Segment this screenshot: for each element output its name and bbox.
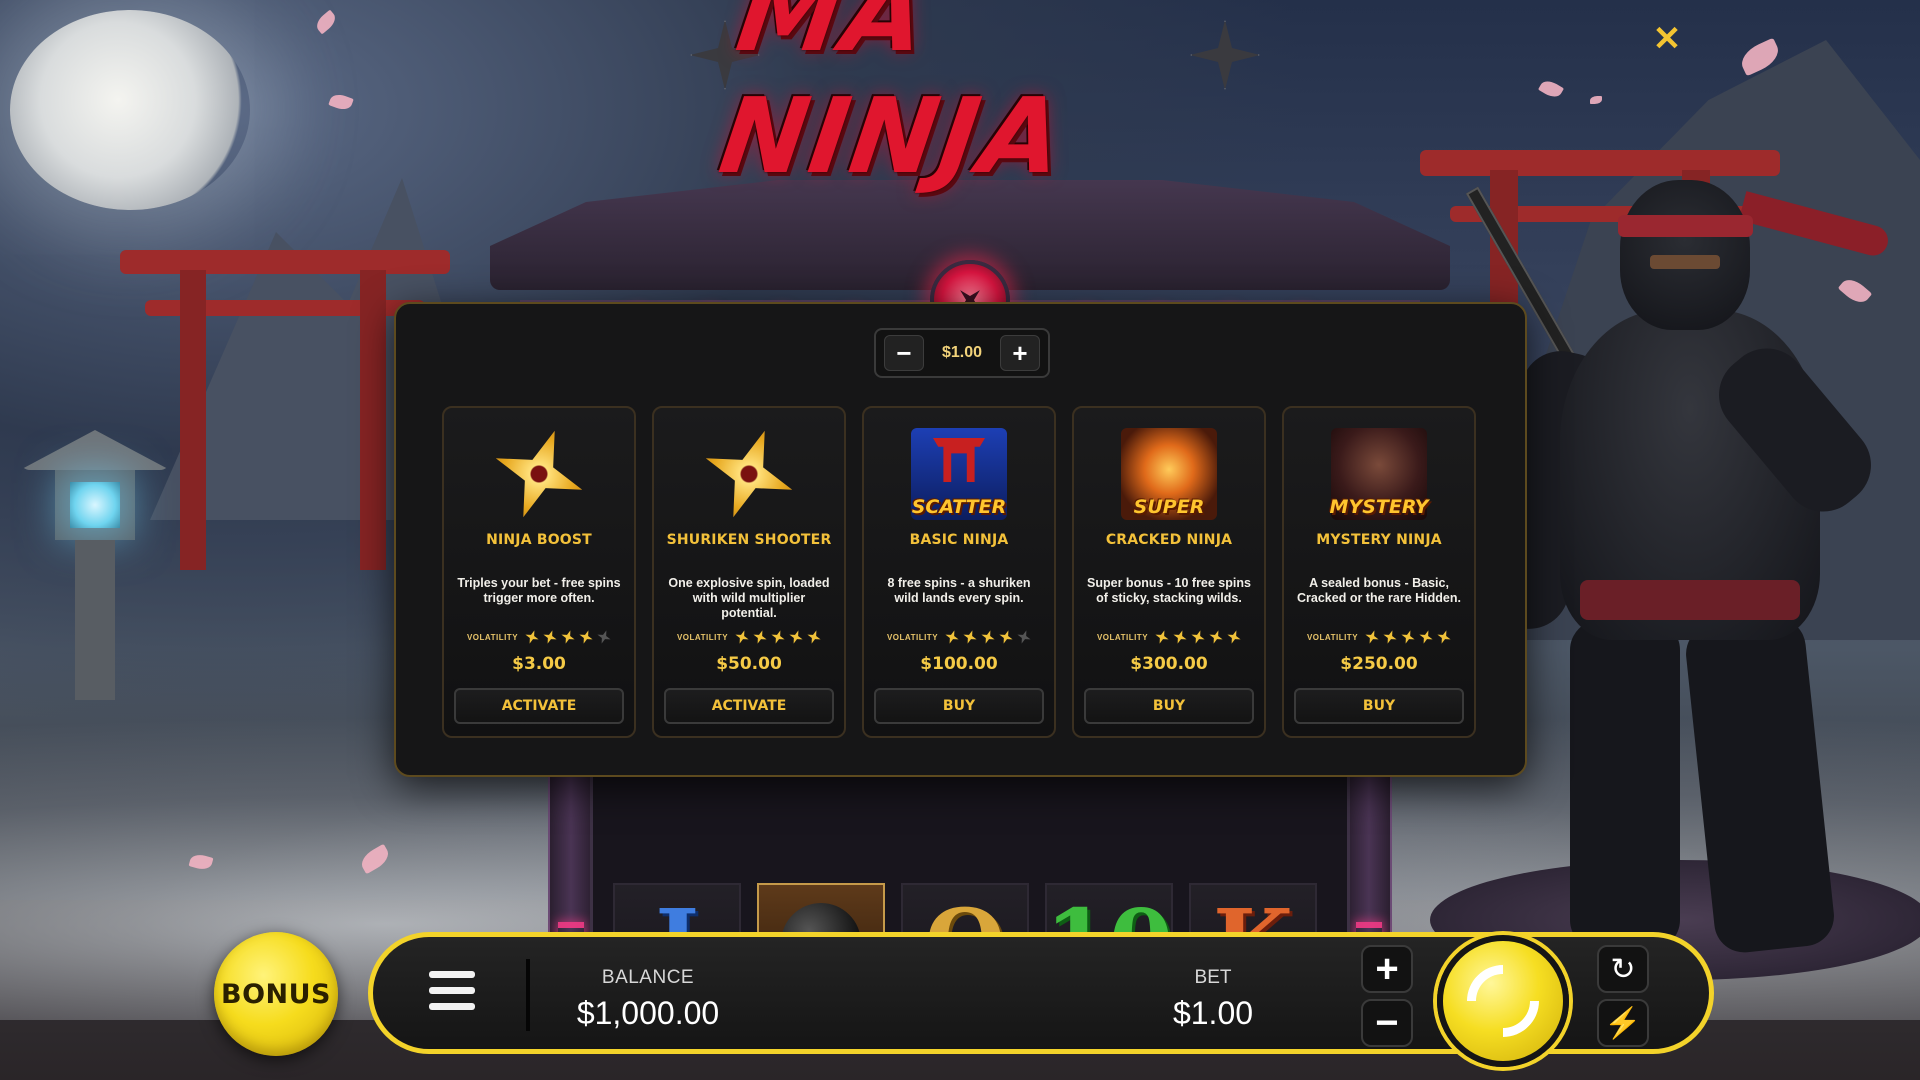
scatter-badge-icon: SCATTER xyxy=(911,428,1007,520)
volatility-rating: VOLATILITY xyxy=(1074,630,1264,644)
bonus-card-basic-ninja: SCATTER BASIC NINJA 8 free spins - a shu… xyxy=(862,406,1056,738)
buy-button[interactable]: BUY xyxy=(1294,688,1464,724)
volatility-star-empty-icon xyxy=(1015,628,1033,646)
volatility-star-filled-icon xyxy=(1171,628,1189,646)
volatility-star-filled-icon xyxy=(1207,628,1225,646)
badge-label: MYSTERY xyxy=(1329,496,1429,518)
volatility-rating: VOLATILITY xyxy=(864,630,1054,644)
volatility-star-filled-icon xyxy=(541,628,559,646)
menu-icon[interactable] xyxy=(429,971,475,1015)
bonus-card-price: $50.00 xyxy=(716,654,782,674)
bonus-card-cracked-ninja: SUPER CRACKED NINJA Super bonus - 10 fre… xyxy=(1072,406,1266,738)
turbo-icon[interactable]: ⚡ xyxy=(1597,999,1649,1047)
volatility-star-filled-icon xyxy=(1363,628,1381,646)
bet-label: BET xyxy=(1194,967,1232,988)
balance-value: $1,000.00 xyxy=(576,995,720,1031)
bonus-bet-stepper: − $1.00 + xyxy=(874,328,1050,378)
volatility-star-filled-icon xyxy=(1435,628,1453,646)
activate-button[interactable]: ACTIVATE xyxy=(454,688,624,724)
volatility-rating: VOLATILITY xyxy=(444,630,634,644)
volatility-star-filled-icon xyxy=(559,628,577,646)
volatility-star-filled-icon xyxy=(1417,628,1435,646)
bonus-card-price: $250.00 xyxy=(1340,654,1418,674)
cherry-petal xyxy=(313,9,339,35)
bet-decrease-button[interactable]: − xyxy=(1361,999,1413,1047)
bonus-card-description: 8 free spins - a shuriken wild lands eve… xyxy=(887,576,1031,605)
mystery-badge-icon: MYSTERY xyxy=(1329,428,1429,520)
bonus-card-price: $100.00 xyxy=(920,654,998,674)
cherry-petal xyxy=(1590,96,1602,104)
logo-text: MA NINJA xyxy=(712,0,1072,197)
volatility-star-filled-icon xyxy=(1399,628,1417,646)
activate-button[interactable]: ACTIVATE xyxy=(664,688,834,724)
volatility-star-filled-icon xyxy=(979,628,997,646)
buy-button[interactable]: BUY xyxy=(874,688,1044,724)
volatility-star-filled-icon xyxy=(1225,628,1243,646)
volatility-label: VOLATILITY xyxy=(1096,632,1149,642)
volatility-label: VOLATILITY xyxy=(886,632,939,642)
volatility-rating: VOLATILITY xyxy=(654,630,844,644)
volatility-star-filled-icon xyxy=(787,628,805,646)
cherry-petal xyxy=(1537,77,1565,101)
shuriken-gold-icon xyxy=(491,428,587,520)
volatility-label: VOLATILITY xyxy=(466,632,519,642)
buy-button[interactable]: BUY xyxy=(1084,688,1254,724)
bonus-card-title: MYSTERY NINJA xyxy=(1316,532,1442,548)
bonus-card-shuriken-shooter: SHURIKEN SHOOTER One explosive spin, loa… xyxy=(652,406,846,738)
bonus-bet-plus-button[interactable]: + xyxy=(999,335,1040,371)
super-badge-icon: SUPER xyxy=(1121,428,1217,520)
bonus-buy-panel: − $1.00 + NINJA BOOST Triples your bet -… xyxy=(394,302,1527,777)
volatility-star-filled-icon xyxy=(1189,628,1207,646)
bonus-card-title: SHURIKEN SHOOTER xyxy=(666,532,832,548)
volatility-star-filled-icon xyxy=(769,628,787,646)
bonus-card-description: Super bonus - 10 free spins of sticky, s… xyxy=(1087,576,1251,605)
bonus-card-price: $300.00 xyxy=(1130,654,1208,674)
bonus-button[interactable]: BONUS xyxy=(214,932,338,1056)
volatility-star-filled-icon xyxy=(997,628,1015,646)
bonus-card-description: One explosive spin, loaded with wild mul… xyxy=(668,576,830,620)
volatility-star-filled-icon xyxy=(577,628,595,646)
bet-value: $1.00 xyxy=(1172,995,1254,1031)
volatility-star-filled-icon xyxy=(523,628,541,646)
bonus-card-mystery-ninja: MYSTERY MYSTERY NINJA A sealed bonus - B… xyxy=(1282,406,1476,738)
volatility-star-empty-icon xyxy=(595,628,613,646)
volatility-star-filled-icon xyxy=(1381,628,1399,646)
autoplay-icon[interactable]: ↻ xyxy=(1597,945,1649,993)
volatility-star-filled-icon xyxy=(943,628,961,646)
volatility-star-filled-icon xyxy=(805,628,823,646)
bet-increase-button[interactable]: + xyxy=(1361,945,1413,993)
spin-arrows-icon xyxy=(1452,950,1554,1052)
game-logo: MA NINJA xyxy=(713,0,1190,197)
bonus-card-description: A sealed bonus - Basic, Cracked or the r… xyxy=(1297,576,1461,605)
balance-label: BALANCE xyxy=(601,967,695,988)
moon xyxy=(10,10,250,210)
bonus-card-description: Triples your bet - free spins trigger mo… xyxy=(457,576,621,605)
bar-divider xyxy=(526,959,530,1031)
volatility-label: VOLATILITY xyxy=(1306,632,1359,642)
bonus-card-ninja-boost: NINJA BOOST Triples your bet - free spin… xyxy=(442,406,636,738)
bonus-bet-minus-button[interactable]: − xyxy=(884,335,924,371)
bonus-card-title: BASIC NINJA xyxy=(909,532,1009,548)
badge-label: SUPER xyxy=(1133,496,1205,518)
spin-button[interactable] xyxy=(1437,935,1569,1067)
shuriken-fire-icon xyxy=(701,428,797,520)
volatility-star-filled-icon xyxy=(751,628,769,646)
volatility-label: VOLATILITY xyxy=(676,632,729,642)
bonus-card-price: $3.00 xyxy=(512,654,566,674)
bonus-card-title: NINJA BOOST xyxy=(486,532,592,548)
bonus-bet-value: $1.00 xyxy=(941,344,983,361)
stone-lantern xyxy=(20,390,170,750)
cherry-petal xyxy=(328,91,354,113)
badge-label: SCATTER xyxy=(911,496,1007,518)
volatility-star-filled-icon xyxy=(1153,628,1171,646)
close-icon[interactable]: ✕ xyxy=(1650,20,1684,58)
volatility-star-filled-icon xyxy=(961,628,979,646)
bonus-button-label: BONUS xyxy=(221,978,331,1010)
bonus-card-title: CRACKED NINJA xyxy=(1105,532,1233,548)
ninja-character xyxy=(1465,160,1920,960)
volatility-star-filled-icon xyxy=(733,628,751,646)
bonus-cards: NINJA BOOST Triples your bet - free spin… xyxy=(442,406,1476,738)
volatility-rating: VOLATILITY xyxy=(1284,630,1474,644)
